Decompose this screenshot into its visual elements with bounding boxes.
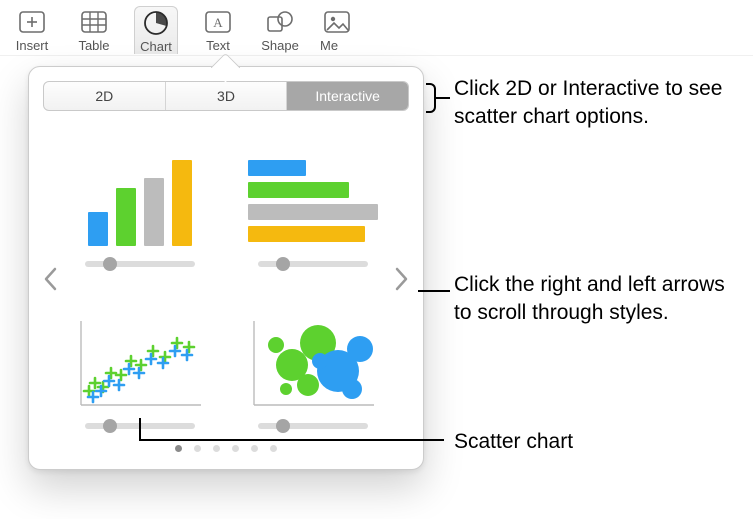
page-indicator[interactable] (43, 445, 409, 452)
style-slider[interactable] (85, 261, 195, 267)
chart-style-horizontal-bar[interactable] (240, 129, 385, 267)
tab-interactive[interactable]: Interactive (286, 82, 408, 110)
toolbar-label: Me (320, 38, 338, 53)
toolbar-label: Table (78, 38, 109, 53)
plus-square-icon (15, 8, 49, 36)
vertical-bar-chart-icon (70, 151, 210, 251)
svg-text:A: A (213, 15, 223, 30)
toolbar-label: Text (206, 38, 230, 53)
prev-style-arrow[interactable] (39, 249, 61, 309)
scatter-chart-icon (70, 313, 210, 413)
toolbar-label: Insert (16, 38, 49, 53)
table-icon (77, 8, 111, 36)
page-dot[interactable] (270, 445, 277, 452)
toolbar-label: Shape (261, 38, 299, 53)
chart-styles-area (43, 129, 409, 429)
pie-chart-icon (139, 9, 173, 37)
textbox-icon: A (201, 8, 235, 36)
callout-arrows: Click the right and left arrows to scrol… (454, 271, 744, 328)
toolbar-chart[interactable]: Chart (134, 6, 178, 54)
page-dot[interactable] (232, 445, 239, 452)
toolbar-media[interactable]: Me (320, 8, 364, 53)
callout-scatter: Scatter chart (454, 428, 573, 456)
toolbar-insert[interactable]: Insert (10, 8, 54, 53)
chart-style-vertical-bar[interactable] (67, 129, 212, 267)
chart-type-tabs: 2D 3D Interactive (43, 81, 409, 111)
toolbar-table[interactable]: Table (72, 8, 116, 53)
tab-2d[interactable]: 2D (44, 82, 165, 110)
chart-style-grid (67, 129, 385, 429)
chart-style-scatter[interactable] (67, 291, 212, 429)
shapes-icon (263, 8, 297, 36)
chart-popover: 2D 3D Interactive (28, 66, 424, 470)
toolbar-label: Chart (140, 39, 172, 54)
horizontal-bar-chart-icon (243, 151, 383, 251)
image-icon (320, 8, 354, 36)
page-dot[interactable] (251, 445, 258, 452)
toolbar: Insert Table Chart A Text Shape Me (0, 0, 753, 56)
page-dot[interactable] (175, 445, 182, 452)
page-dot[interactable] (194, 445, 201, 452)
style-slider[interactable] (258, 423, 368, 429)
style-slider[interactable] (85, 423, 195, 429)
next-style-arrow[interactable] (391, 249, 413, 309)
page-dot[interactable] (213, 445, 220, 452)
bubble-chart-icon (243, 313, 383, 413)
tab-3d[interactable]: 3D (165, 82, 287, 110)
callout-tabs: Click 2D or Interactive to see scatter c… (454, 75, 744, 132)
chart-style-bubble[interactable] (240, 291, 385, 429)
toolbar-text[interactable]: A Text (196, 8, 240, 53)
toolbar-shape[interactable]: Shape (258, 8, 302, 53)
style-slider[interactable] (258, 261, 368, 267)
